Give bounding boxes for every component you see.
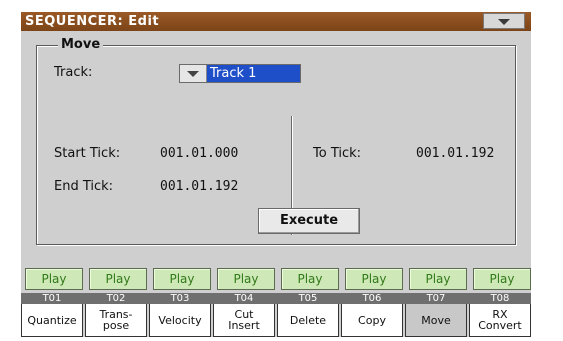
tab-label: Quantize bbox=[27, 313, 77, 327]
triangle-down-icon bbox=[498, 19, 510, 25]
tab-label: Trans- pose bbox=[99, 308, 133, 332]
move-group-title: Move bbox=[58, 37, 104, 53]
to-tick-label: To Tick: bbox=[313, 146, 362, 161]
tab-rx-convert[interactable]: RX Convert bbox=[469, 304, 531, 337]
edit-panel: Move Track: Track 1 Start Tick: 001.01.0… bbox=[21, 31, 531, 259]
track-id-row: T01 T02 T03 T04 T05 T06 T07 T08 bbox=[21, 293, 531, 304]
track-id-label: T03 bbox=[170, 293, 190, 304]
play-row: Play Play Play Play Play Play Play Play bbox=[21, 268, 531, 290]
start-tick-value[interactable]: 001.01.000 bbox=[160, 146, 238, 162]
track-2-play-button[interactable]: Play bbox=[89, 268, 147, 290]
tab-label: Move bbox=[421, 313, 451, 327]
tab-cut-insert[interactable]: Cut Insert bbox=[213, 304, 275, 337]
edit-tabs: Quantize Trans- pose Velocity Cut Insert… bbox=[21, 304, 531, 337]
track-id-label: T02 bbox=[106, 293, 126, 304]
tab-transpose[interactable]: Trans- pose bbox=[85, 304, 147, 337]
sequencer-edit-screen: SEQUENCER: Edit Move Track: Track 1 Star… bbox=[0, 0, 563, 341]
track-6-play-button[interactable]: Play bbox=[345, 268, 403, 290]
track-select[interactable]: Track 1 bbox=[179, 64, 301, 83]
triangle-down-icon bbox=[187, 71, 199, 77]
track-7-play-button[interactable]: Play bbox=[409, 268, 467, 290]
execute-button[interactable]: Execute bbox=[258, 208, 360, 234]
track-label: Track: bbox=[54, 65, 93, 80]
track-select-value[interactable]: Track 1 bbox=[207, 65, 300, 82]
track-id-label: T06 bbox=[362, 293, 382, 304]
to-tick-value[interactable]: 001.01.192 bbox=[416, 146, 494, 162]
tab-label: Cut Insert bbox=[228, 308, 260, 332]
track-id-label: T05 bbox=[298, 293, 318, 304]
start-tick-label: Start Tick: bbox=[54, 146, 121, 161]
tab-label: Velocity bbox=[158, 313, 202, 327]
track-4-play-button[interactable]: Play bbox=[217, 268, 275, 290]
tab-velocity[interactable]: Velocity bbox=[149, 304, 211, 337]
track-id-label: T04 bbox=[234, 293, 254, 304]
track-id-label: T01 bbox=[42, 293, 62, 304]
track-1-play-button[interactable]: Play bbox=[25, 268, 83, 290]
track-5-play-button[interactable]: Play bbox=[281, 268, 339, 290]
tab-label: RX Convert bbox=[478, 308, 522, 332]
track-8-play-button[interactable]: Play bbox=[473, 268, 531, 290]
tab-move[interactable]: Move bbox=[405, 304, 467, 337]
tab-copy[interactable]: Copy bbox=[341, 304, 403, 337]
track-id-label: T07 bbox=[426, 293, 446, 304]
title-bar: SEQUENCER: Edit bbox=[21, 12, 531, 31]
page-title: SEQUENCER: Edit bbox=[25, 14, 160, 29]
end-tick-value[interactable]: 001.01.192 bbox=[160, 179, 238, 195]
tab-label: Copy bbox=[358, 313, 386, 327]
tab-delete[interactable]: Delete bbox=[277, 304, 339, 337]
end-tick-label: End Tick: bbox=[54, 179, 114, 194]
page-menu-button[interactable] bbox=[483, 13, 525, 29]
tab-quantize[interactable]: Quantize bbox=[21, 304, 83, 337]
tab-label: Delete bbox=[289, 313, 327, 327]
track-bar: Play Play Play Play Play Play Play Play … bbox=[21, 259, 531, 337]
track-3-play-button[interactable]: Play bbox=[153, 268, 211, 290]
track-dropdown-button[interactable] bbox=[180, 65, 207, 82]
track-id-label: T08 bbox=[490, 293, 510, 304]
